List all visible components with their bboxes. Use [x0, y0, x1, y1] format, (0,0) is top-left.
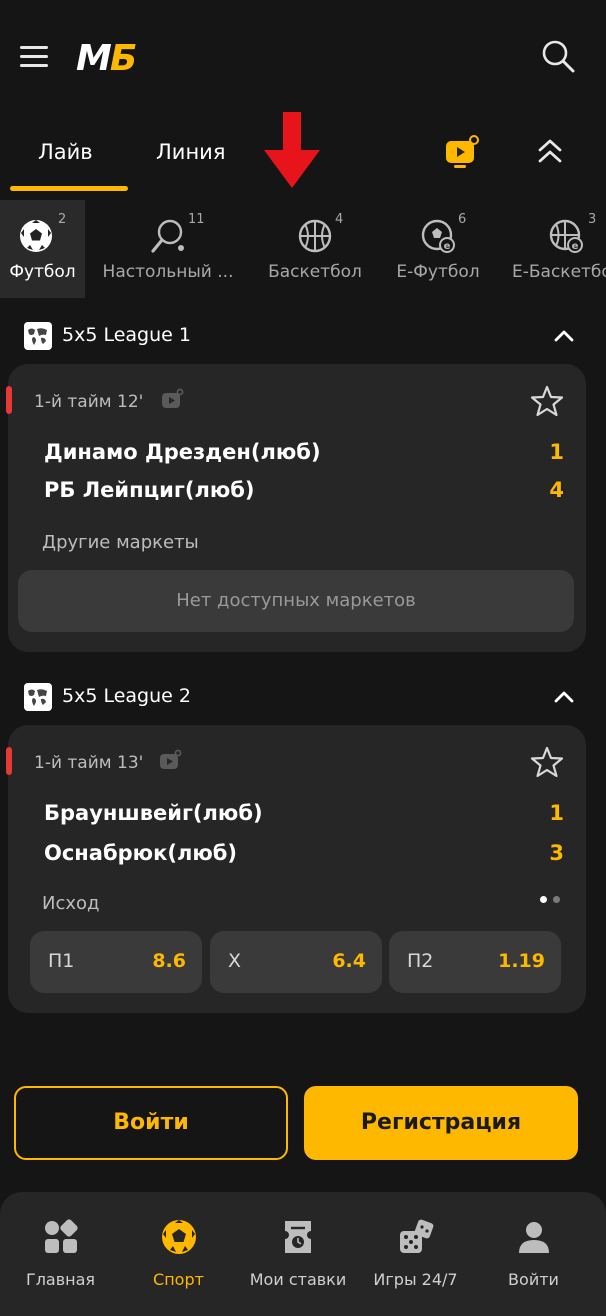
sports-filter: 2 Футбол 11 Настольный ... 4 Баскетбол e…: [0, 200, 606, 298]
ticket-icon: [285, 1221, 311, 1253]
odd-label: П1: [48, 950, 75, 972]
soccer-ball-icon: [20, 220, 52, 252]
sport-label: Футбол: [9, 262, 76, 282]
league-header[interactable]: 5x5 League 2: [0, 673, 606, 721]
svg-text:e: e: [444, 241, 451, 252]
markets-label: Другие маркеты: [42, 532, 199, 553]
sport-label: E-Баскетбол: [512, 262, 606, 282]
sport-count: 2: [58, 212, 67, 227]
team-home: Динамо Дрезден(люб): [44, 440, 321, 464]
markets-label: Исход: [42, 893, 100, 914]
register-button[interactable]: Регистрация: [304, 1086, 578, 1160]
match-time: 1-й тайм 13': [34, 753, 144, 773]
match-card[interactable]: 1-й тайм 12' Динамо Дрезден(люб) 1 РБ Ле…: [6, 364, 586, 652]
active-tab-indicator: [10, 186, 128, 191]
user-icon: [519, 1222, 549, 1253]
odd-value: 8.6: [152, 950, 186, 972]
sport-label: E-Футбол: [396, 262, 480, 282]
world-map-icon: [24, 683, 52, 711]
nav-item-login[interactable]: Войти: [473, 1192, 594, 1316]
match-time: 1-й тайм 12': [34, 392, 144, 412]
bottom-navigation: Главная Спорт Мои ставки Игры 24/7 Войти: [0, 1192, 606, 1316]
score-away: 4: [549, 478, 564, 502]
collapse-all-icon[interactable]: [534, 136, 566, 168]
league-header[interactable]: 5x5 League 1: [0, 312, 606, 360]
dice-icon: [400, 1219, 434, 1253]
table-tennis-icon: [151, 219, 184, 253]
chevron-up-icon[interactable]: [552, 685, 576, 709]
odd-button-x[interactable]: X 6.4: [210, 931, 382, 993]
world-map-icon: [24, 322, 52, 350]
soccer-ball-icon: [162, 1220, 196, 1254]
nav-label: Войти: [508, 1270, 559, 1289]
team-away: Оснабрюк(люб): [44, 841, 237, 865]
favorite-star-icon[interactable]: [530, 384, 564, 418]
svg-text:e: e: [572, 241, 579, 252]
nav-label: Мои ставки: [249, 1270, 347, 1289]
sport-label: Баскетбол: [268, 262, 362, 282]
favorite-star-icon[interactable]: [530, 745, 564, 779]
nav-item-games[interactable]: Игры 24/7: [355, 1192, 476, 1316]
odd-label: П2: [407, 950, 434, 972]
sport-count: 11: [188, 212, 205, 227]
sport-item-football[interactable]: 2 Футбол: [0, 200, 85, 298]
sport-label: Настольный ...: [102, 262, 234, 282]
league-name: 5x5 League 2: [62, 685, 191, 707]
home-grid-icon: [45, 1219, 78, 1253]
menu-icon[interactable]: [20, 44, 48, 68]
basketball-icon: [298, 219, 332, 253]
sport-item-ebasketball[interactable]: e 3 E-Баскетбол: [510, 200, 606, 298]
logo: MБ: [76, 38, 137, 79]
sport-count: 6: [458, 212, 467, 227]
match-card[interactable]: 1-й тайм 13' Брауншвейг(люб) 1 Оснабрюк(…: [6, 725, 586, 1013]
score-away: 3: [549, 841, 564, 865]
red-arrow-icon: [264, 112, 320, 188]
live-indicator: [6, 386, 12, 414]
nav-item-my-bets[interactable]: Мои ставки: [236, 1192, 360, 1316]
nav-label: Игры 24/7: [373, 1270, 458, 1289]
odd-button-p1[interactable]: П1 8.6: [30, 931, 202, 993]
team-away: РБ Лейпциг(люб): [44, 478, 255, 502]
video-icon: [162, 388, 184, 408]
app-header: MБ: [0, 0, 606, 110]
esoccer-icon: e: [421, 219, 455, 253]
odd-label: X: [228, 950, 242, 972]
odd-button-p2[interactable]: П2 1.19: [389, 931, 561, 993]
video-icon: [160, 749, 182, 769]
live-indicator: [6, 747, 12, 775]
score-home: 1: [549, 440, 564, 464]
sport-item-table-tennis[interactable]: 11 Настольный ...: [98, 200, 238, 298]
nav-item-sport[interactable]: Спорт: [118, 1192, 239, 1316]
sport-item-basketball[interactable]: 4 Баскетбол: [255, 200, 375, 298]
search-icon[interactable]: [540, 38, 576, 74]
nav-label: Спорт: [153, 1270, 204, 1289]
tab-line[interactable]: Линия: [156, 140, 225, 164]
tab-live[interactable]: Лайв: [38, 140, 93, 164]
odd-value: 6.4: [332, 950, 366, 972]
team-home: Брауншвейг(люб): [44, 801, 263, 825]
score-home: 1: [549, 801, 564, 825]
odd-value: 1.19: [498, 950, 545, 972]
sport-count: 3: [588, 212, 597, 227]
chevron-up-icon[interactable]: [552, 324, 576, 348]
sport-item-efootball[interactable]: e 6 E-Футбол: [388, 200, 488, 298]
nav-item-home[interactable]: Главная: [0, 1192, 121, 1316]
no-markets-banner: Нет доступных маркетов: [18, 570, 574, 632]
login-button[interactable]: Войти: [14, 1086, 288, 1160]
carousel-dots: [540, 896, 564, 904]
league-name: 5x5 League 1: [62, 324, 191, 346]
sport-count: 4: [335, 212, 344, 227]
ebasketball-icon: e: [549, 219, 583, 253]
nav-label: Главная: [25, 1270, 96, 1289]
live-tv-icon[interactable]: [444, 134, 480, 170]
